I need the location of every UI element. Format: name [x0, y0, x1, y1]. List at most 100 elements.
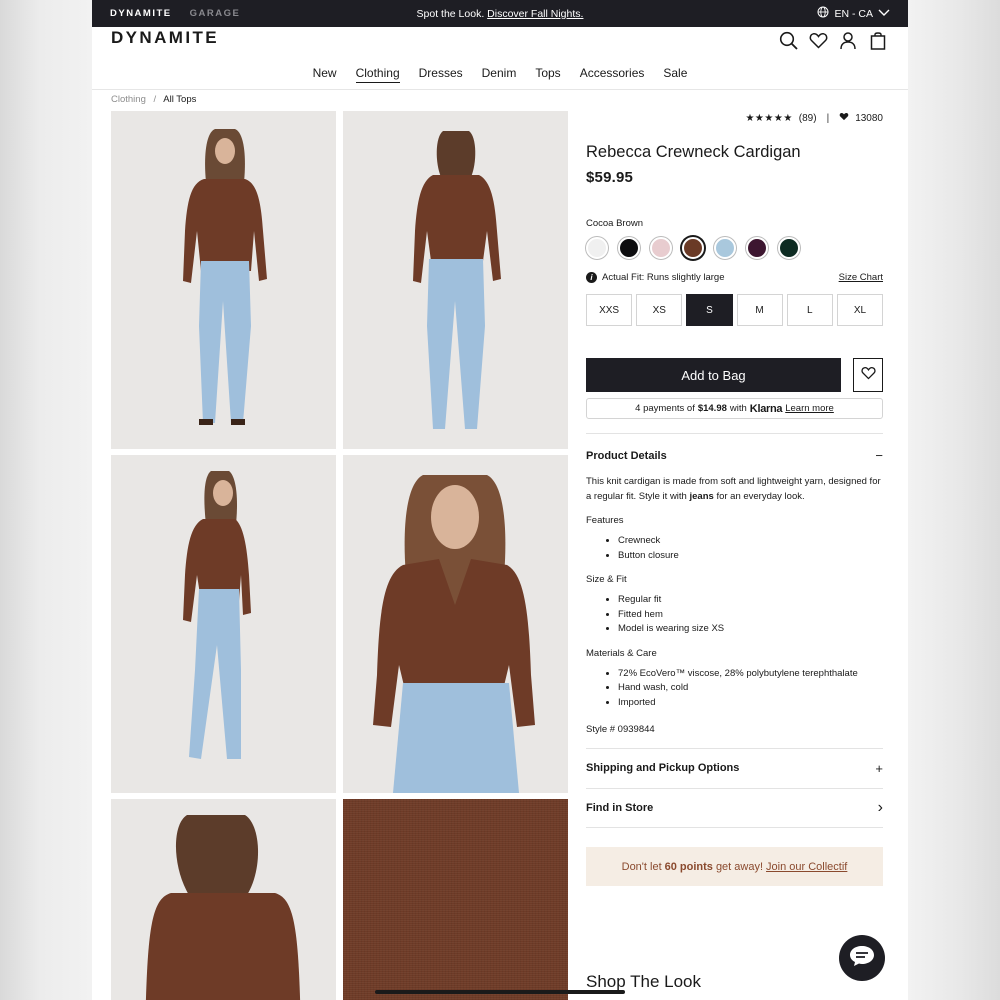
description-jeans-link[interactable]: jeans	[690, 491, 714, 502]
color-swatch-3[interactable]	[650, 237, 672, 259]
product-photo-back-closeup[interactable]	[111, 799, 336, 1000]
favorite-count: 13080	[855, 112, 883, 124]
klarna-with: with	[729, 403, 747, 414]
description-text-end: for an everyday look.	[716, 490, 805, 502]
main-nav: New Clothing Dresses Denim Tops Accessor…	[92, 66, 908, 83]
points-text-after: get away!	[715, 860, 764, 873]
size-option-xs[interactable]: XS	[636, 294, 683, 326]
site-logo[interactable]: DYNAMITE	[111, 28, 219, 48]
klarna-installments: 4 payments of $14.98 with Klarna Learn m…	[586, 398, 883, 419]
brand-garage-link[interactable]: GARAGE	[190, 8, 241, 19]
home-indicator	[375, 990, 625, 994]
color-swatches	[586, 237, 883, 259]
locale-selector[interactable]: EN - CA	[817, 6, 890, 21]
loyalty-points-banner: Don't let 60 points get away! Join our C…	[586, 847, 883, 886]
color-swatch-6[interactable]	[746, 237, 768, 259]
plus-icon[interactable]: +	[875, 761, 883, 776]
product-photo-back[interactable]	[343, 111, 568, 449]
list-item: Crewneck	[618, 534, 883, 549]
size-chart-link[interactable]: Size Chart	[839, 272, 883, 283]
info-icon: i	[586, 272, 597, 283]
shipping-accordion[interactable]: Shipping and Pickup Options +	[586, 748, 883, 788]
globe-icon	[817, 6, 829, 21]
breadcrumb-separator: /	[153, 94, 157, 105]
promo-text: Spot the Look.	[416, 7, 485, 20]
points-text-before: Don't let	[621, 860, 662, 873]
bag-icon[interactable]	[868, 30, 888, 50]
find-in-store-link[interactable]: Find in Store ›	[586, 788, 883, 828]
product-photo-side[interactable]	[111, 455, 336, 793]
klarna-amount: $14.98	[697, 403, 727, 414]
wishlist-button[interactable]	[853, 358, 883, 392]
locale-label: EN - CA	[834, 7, 873, 20]
size-selector: XXS XS S M L XL	[586, 294, 884, 326]
nav-item-sale[interactable]: Sale	[663, 66, 687, 83]
product-price: $59.95	[586, 169, 634, 186]
review-count[interactable]: (89)	[799, 113, 817, 124]
find-in-store-title: Find in Store	[586, 802, 654, 814]
chevron-right-icon[interactable]: ›	[878, 799, 883, 817]
rating-row: ★★★★★ (89) | 13080	[586, 111, 883, 125]
color-swatch-5[interactable]	[714, 237, 736, 259]
add-to-bag-button[interactable]: Add to Bag	[586, 358, 841, 392]
nav-item-new[interactable]: New	[313, 66, 337, 83]
nav-item-tops[interactable]: Tops	[535, 66, 560, 83]
product-title: Rebecca Crewneck Cardigan	[586, 143, 801, 161]
nav-item-clothing[interactable]: Clothing	[355, 66, 400, 83]
product-description: This knit cardigan is made from soft and…	[586, 475, 883, 504]
product-photo-closeup[interactable]	[343, 455, 568, 793]
site-header: DYNAMITE New Clothing Dresses Denim Tops…	[92, 27, 908, 90]
nav-item-dresses[interactable]: Dresses	[419, 66, 463, 83]
top-bar: DYNAMITE GARAGE Spot the Look. Discover …	[92, 0, 908, 27]
materials-list: 72% EcoVero™ viscose, 28% polybutylene t…	[586, 667, 883, 711]
nav-item-accessories[interactable]: Accessories	[580, 66, 645, 83]
heart-icon[interactable]	[808, 30, 828, 50]
points-amount: 60 points	[664, 860, 713, 873]
header-actions	[778, 30, 888, 50]
list-item: 72% EcoVero™ viscose, 28% polybutylene t…	[618, 667, 883, 682]
size-option-xl[interactable]: XL	[836, 294, 884, 326]
klarna-logo: Klarna	[749, 402, 783, 415]
list-item: Button closure	[618, 549, 883, 564]
promo-link[interactable]: Discover Fall Nights.	[487, 8, 583, 20]
product-photo-fabric-detail[interactable]	[343, 799, 568, 1000]
purchase-row: Add to Bag	[586, 358, 883, 392]
fit-title: Size & Fit	[586, 574, 627, 585]
nav-item-denim[interactable]: Denim	[482, 66, 517, 83]
product-page: DYNAMITE GARAGE Spot the Look. Discover …	[92, 0, 908, 1000]
fit-list: Regular fit Fitted hem Model is wearing …	[586, 593, 883, 637]
brand-switcher: DYNAMITE GARAGE	[110, 8, 240, 19]
color-swatch-2[interactable]	[618, 237, 640, 259]
shipping-title: Shipping and Pickup Options	[586, 762, 740, 774]
join-collectif-link[interactable]: Join our Collectif	[766, 861, 847, 873]
breadcrumb-current: All Tops	[163, 94, 197, 105]
color-swatch-1[interactable]	[586, 237, 608, 259]
collapse-icon[interactable]: −	[875, 448, 883, 463]
list-item: Fitted hem	[618, 608, 883, 623]
account-icon[interactable]	[838, 30, 858, 50]
favorite-heart-icon[interactable]	[839, 112, 849, 124]
breadcrumb-clothing[interactable]: Clothing	[111, 94, 146, 105]
brand-dynamite-link[interactable]: DYNAMITE	[110, 8, 172, 19]
fit-note: Actual Fit: Runs slightly large	[602, 272, 725, 283]
chevron-down-icon	[878, 8, 890, 20]
color-swatch-7[interactable]	[778, 237, 800, 259]
fit-note-row: i Actual Fit: Runs slightly large Size C…	[586, 272, 883, 283]
size-option-xxs[interactable]: XXS	[586, 294, 633, 326]
style-number: Style # 0939844	[586, 724, 655, 735]
search-icon[interactable]	[778, 30, 798, 50]
rating-divider: |	[826, 112, 830, 124]
chat-button[interactable]	[839, 935, 885, 981]
size-option-m[interactable]: M	[736, 294, 783, 326]
product-details-header[interactable]: Product Details −	[586, 433, 883, 463]
list-item: Imported	[618, 696, 883, 711]
klarna-learn-more-link[interactable]: Learn more	[785, 403, 834, 414]
product-photo-front[interactable]	[111, 111, 336, 449]
size-option-l[interactable]: L	[786, 294, 833, 326]
star-rating-icon[interactable]: ★★★★★	[745, 113, 792, 124]
shop-the-look-heading: Shop The Look	[586, 972, 701, 991]
color-swatch-4[interactable]	[682, 237, 704, 259]
size-option-s[interactable]: S	[686, 294, 733, 326]
list-item: Hand wash, cold	[618, 681, 883, 696]
materials-title: Materials & Care	[586, 647, 657, 659]
